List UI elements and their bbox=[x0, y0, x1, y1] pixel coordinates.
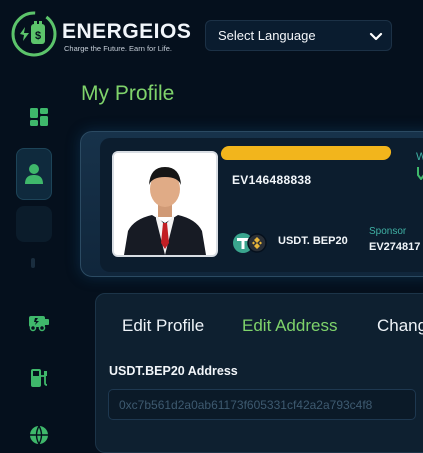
sidebar-charging-station-icon[interactable] bbox=[24, 363, 54, 393]
wallet-type-label: USDT. BEP20 bbox=[278, 235, 348, 247]
brand-name: ENERGEIOS bbox=[62, 20, 192, 43]
tab-edit-profile[interactable]: Edit Profile bbox=[122, 316, 204, 336]
sponsor-id: EV274817 bbox=[369, 241, 421, 253]
tab-change[interactable]: Chang bbox=[377, 316, 423, 336]
sidebar-ev-car-icon[interactable] bbox=[24, 307, 54, 337]
language-select[interactable]: Select Language bbox=[205, 20, 392, 51]
sidebar-divider bbox=[31, 258, 35, 268]
energeios-logo-icon: $ bbox=[10, 10, 58, 58]
name-redaction-mark bbox=[220, 146, 392, 160]
page-title: My Profile bbox=[81, 82, 175, 105]
truncated-label: W bbox=[416, 151, 423, 163]
usdt-address-label: USDT.BEP20 Address bbox=[109, 364, 238, 378]
tab-edit-address[interactable]: Edit Address bbox=[242, 316, 337, 336]
sidebar-globe-icon[interactable] bbox=[24, 420, 54, 450]
avatar bbox=[112, 151, 218, 257]
language-select-label: Select Language bbox=[218, 28, 316, 43]
sponsor-label: Sponsor bbox=[369, 226, 407, 237]
usdt-bnb-icon bbox=[232, 231, 268, 255]
svg-text:$: $ bbox=[35, 30, 41, 42]
usdt-address-input[interactable] bbox=[108, 389, 416, 420]
brand-tagline: Charge the Future. Earn for Life. bbox=[64, 44, 172, 53]
sidebar-item-placeholder[interactable] bbox=[16, 206, 52, 242]
chevron-down-icon bbox=[369, 29, 383, 43]
sidebar-dashboard-icon[interactable] bbox=[24, 102, 54, 132]
truncated-green-icon bbox=[416, 166, 423, 181]
sidebar-profile-icon[interactable] bbox=[16, 148, 52, 200]
user-id: EV146488838 bbox=[232, 173, 312, 187]
